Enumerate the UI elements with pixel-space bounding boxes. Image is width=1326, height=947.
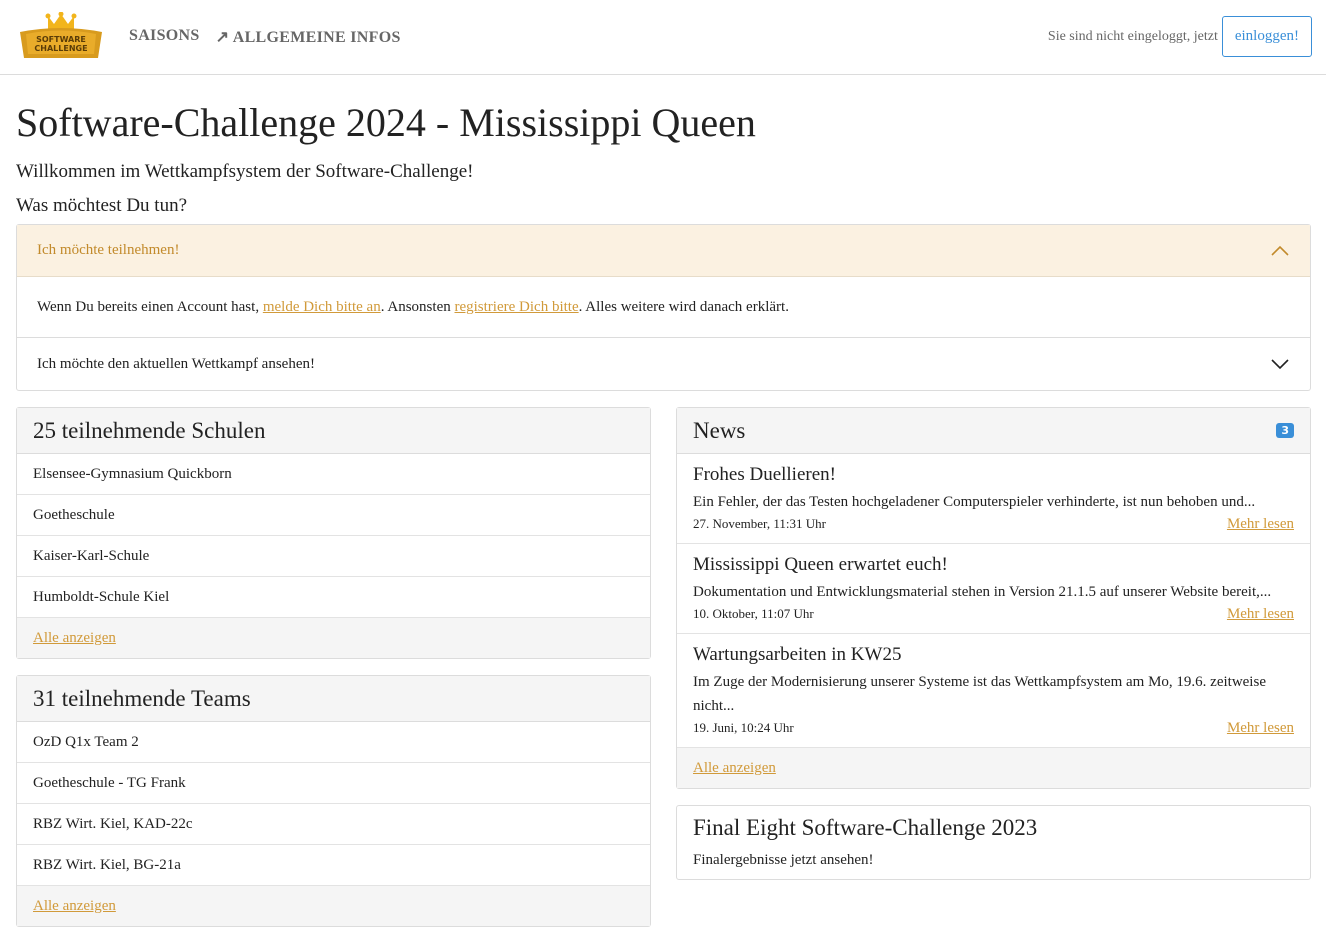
- main-nav: SAISONS ↗ ALLGEMEINE INFOS: [129, 27, 401, 47]
- news-header-title: News: [693, 417, 746, 443]
- news-item: Frohes Duellieren! Ein Fehler, der das T…: [677, 454, 1310, 544]
- login-button[interactable]: einloggen!: [1221, 16, 1312, 57]
- login-link[interactable]: melde Dich bitte an: [263, 299, 381, 315]
- team-item[interactable]: RBZ Wirt. Kiel, BG-21a: [17, 845, 650, 886]
- nav-saisons[interactable]: SAISONS: [129, 27, 200, 47]
- news-item-date: 19. Juni, 10:24 Uhr: [693, 720, 794, 735]
- question-text: Was möchtest Du tun?: [16, 195, 188, 216]
- news-read-more-link[interactable]: Mehr lesen: [1227, 516, 1294, 533]
- register-link[interactable]: registriere Dich bitte: [454, 299, 578, 315]
- news-item-date: 27. November, 11:31 Uhr: [693, 516, 826, 531]
- teams-header: 31 teilnehmende Teams: [17, 676, 650, 722]
- news-item-title: Mississippi Queen erwartet euch!: [693, 554, 948, 575]
- accordion-item-watch-title: Ich möchte den aktuellen Wettkampf anseh…: [37, 355, 315, 372]
- news-header: News 3: [677, 408, 1310, 454]
- chevron-down-icon: [1271, 359, 1289, 370]
- news-item: Mississippi Queen erwartet euch! Dokumen…: [677, 544, 1310, 634]
- body-text-a: Wenn Du bereits einen Account hast,: [37, 298, 263, 315]
- software-challenge-logo[interactable]: SOFTWARE CHALLENGE: [16, 12, 106, 62]
- external-link-icon: ↗: [215, 29, 230, 46]
- final-eight-title: Final Eight Software-Challenge 2023: [693, 815, 1038, 840]
- nav-allgemeine-label: ALLGEMEINE INFOS: [232, 29, 401, 46]
- svg-text:CHALLENGE: CHALLENGE: [34, 44, 87, 53]
- page-title: Software-Challenge 2024 - Mississippi Qu…: [16, 100, 756, 145]
- news-item-title: Wartungsarbeiten in KW25: [693, 644, 902, 665]
- final-eight-text: Finalergebnisse jetzt ansehen!: [693, 852, 874, 868]
- news-read-more-link[interactable]: Mehr lesen: [1227, 606, 1294, 623]
- nav-allgemeine-infos[interactable]: ↗ ALLGEMEINE INFOS: [216, 27, 401, 47]
- accordion-item-watch[interactable]: Ich möchte den aktuellen Wettkampf anseh…: [17, 338, 1310, 390]
- teams-card: 31 teilnehmende Teams OzD Q1x Team 2 Goe…: [16, 675, 651, 927]
- news-footer: Alle anzeigen: [677, 748, 1310, 788]
- main-content: Software-Challenge 2024 - Mississippi Qu…: [0, 102, 1326, 943]
- navbar: SOFTWARE CHALLENGE SAISONS ↗ ALLGEMEINE …: [0, 0, 1326, 75]
- team-item[interactable]: OzD Q1x Team 2: [17, 722, 650, 763]
- accordion-item-participate-body: Wenn Du bereits einen Account hast, meld…: [17, 277, 1310, 338]
- team-item[interactable]: RBZ Wirt. Kiel, KAD-22c: [17, 804, 650, 845]
- body-text-c: . Alles weitere wird danach erklärt.: [578, 298, 789, 315]
- right-column: News 3 Frohes Duellieren! Ein Fehler, de…: [676, 407, 1311, 943]
- school-item[interactable]: Kaiser-Karl-Schule: [17, 536, 650, 577]
- news-item-meta: 10. Oktober, 11:07 Uhr Mehr lesen: [693, 606, 1294, 623]
- body-text-b: . Ansonsten: [380, 298, 455, 315]
- schools-show-all-link[interactable]: Alle anzeigen: [33, 630, 116, 647]
- news-item-text: Im Zuge der Modernisierung unserer Syste…: [693, 674, 1266, 714]
- schools-header: 25 teilnehmende Schulen: [17, 408, 650, 454]
- school-item[interactable]: Elsensee-Gymnasium Quickborn: [17, 454, 650, 495]
- schools-footer: Alle anzeigen: [17, 618, 650, 658]
- news-count-badge: 3: [1276, 423, 1294, 438]
- svg-text:SOFTWARE: SOFTWARE: [36, 35, 86, 44]
- schools-card: 25 teilnehmende Schulen Elsensee-Gymnasi…: [16, 407, 651, 659]
- teams-show-all-link[interactable]: Alle anzeigen: [33, 898, 116, 915]
- school-item[interactable]: Humboldt-Schule Kiel: [17, 577, 650, 618]
- team-item[interactable]: Goetheschule - TG Frank: [17, 763, 650, 804]
- action-accordion: Ich möchte teilnehmen! Wenn Du bereits e…: [16, 224, 1311, 391]
- accordion-item-participate[interactable]: Ich möchte teilnehmen!: [17, 225, 1310, 277]
- left-column: 25 teilnehmende Schulen Elsensee-Gymnasi…: [16, 407, 651, 943]
- news-item-date: 10. Oktober, 11:07 Uhr: [693, 606, 814, 621]
- news-card: News 3 Frohes Duellieren! Ein Fehler, de…: [676, 407, 1311, 789]
- news-item-text: Ein Fehler, der das Testen hochgeladener…: [693, 494, 1256, 510]
- news-item-meta: 27. November, 11:31 Uhr Mehr lesen: [693, 516, 1294, 533]
- welcome-text: Willkommen im Wettkampfsystem der Softwa…: [16, 161, 474, 182]
- teams-footer: Alle anzeigen: [17, 886, 650, 926]
- login-area: Sie sind nicht eingeloggt, jetzt einlogg…: [1048, 16, 1312, 57]
- news-item-title: Frohes Duellieren!: [693, 464, 836, 485]
- accordion-item-participate-title: Ich möchte teilnehmen!: [37, 242, 180, 258]
- news-item-meta: 19. Juni, 10:24 Uhr Mehr lesen: [693, 720, 1294, 737]
- news-item: Wartungsarbeiten in KW25 Im Zuge der Mod…: [677, 634, 1310, 748]
- news-read-more-link[interactable]: Mehr lesen: [1227, 720, 1294, 737]
- chevron-up-icon: [1271, 245, 1289, 256]
- news-show-all-link[interactable]: Alle anzeigen: [693, 760, 776, 777]
- final-eight-card[interactable]: Final Eight Software-Challenge 2023 Fina…: [676, 805, 1311, 880]
- content-columns: 25 teilnehmende Schulen Elsensee-Gymnasi…: [16, 407, 1311, 943]
- school-item[interactable]: Goetheschule: [17, 495, 650, 536]
- login-status-text: Sie sind nicht eingeloggt, jetzt: [1047, 28, 1218, 44]
- news-item-text: Dokumentation und Entwicklungsmaterial s…: [693, 584, 1272, 600]
